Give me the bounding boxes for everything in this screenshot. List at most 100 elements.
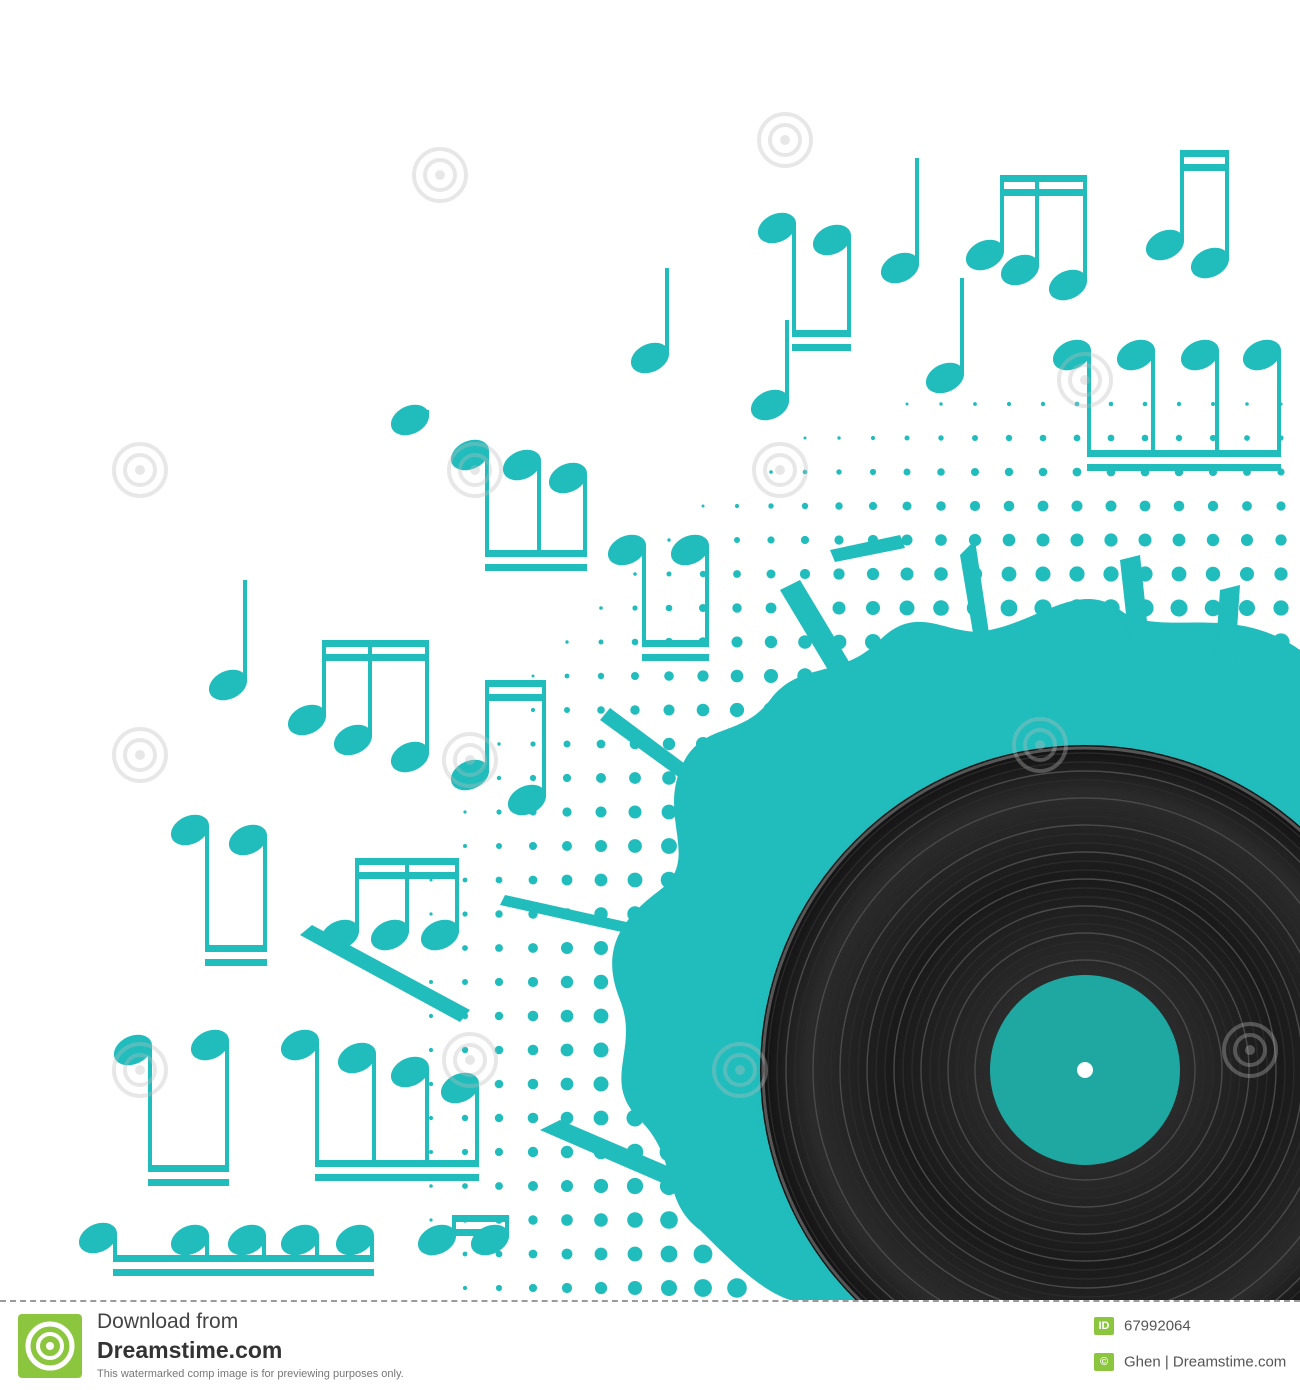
halftone-dot — [596, 773, 606, 783]
halftone-dot — [429, 1184, 433, 1188]
halftone-dot — [463, 810, 467, 814]
halftone-dot — [528, 1181, 538, 1191]
halftone-dot — [632, 605, 638, 611]
halftone-dot — [694, 1279, 712, 1297]
halftone-dot — [665, 604, 673, 612]
halftone-dot — [561, 942, 573, 954]
halftone-dot — [1274, 567, 1288, 581]
note-beam — [315, 1174, 479, 1181]
halftone-dot — [595, 806, 607, 818]
halftone-dot — [627, 1246, 643, 1262]
halftone-dot — [1002, 533, 1016, 547]
halftone-dot — [562, 841, 572, 851]
halftone-dot — [528, 1215, 538, 1225]
halftone-dot — [801, 502, 809, 510]
halftone-dot — [1004, 467, 1014, 477]
note-beam — [322, 654, 429, 661]
halftone-dot — [462, 945, 468, 951]
halftone-dot — [1142, 401, 1148, 407]
halftone-dot — [866, 567, 880, 581]
halftone-dot — [594, 1213, 608, 1227]
note-stem — [665, 268, 669, 354]
halftone-dot — [560, 1009, 574, 1023]
halftone-dot — [730, 669, 744, 683]
spiral-watermark-icon — [752, 442, 808, 498]
note-stem — [705, 546, 709, 640]
halftone-dot — [462, 1251, 468, 1257]
halftone-dot — [1107, 434, 1115, 442]
stock-image: Download from Dreamstime.com This waterm… — [0, 0, 1300, 1390]
halftone-dot — [627, 872, 643, 888]
halftone-dot — [496, 775, 502, 781]
note-beam — [792, 344, 851, 351]
halftone-dot — [832, 601, 846, 615]
note-stem — [425, 410, 429, 416]
halftone-dot — [1139, 500, 1151, 512]
note-stem — [370, 1236, 374, 1255]
halftone-dot — [462, 1285, 468, 1291]
halftone-dot — [560, 1077, 574, 1091]
halftone-dot — [1240, 567, 1254, 581]
halftone-dot — [969, 500, 981, 512]
halftone-dot — [1207, 500, 1219, 512]
halftone-dot — [462, 877, 468, 883]
halftone-dot — [834, 535, 844, 545]
note-stem — [642, 546, 646, 640]
note-stem — [792, 224, 796, 330]
download-line2[interactable]: Dreamstime.com — [97, 1337, 282, 1364]
halftone-dot — [596, 739, 606, 749]
note-stem — [205, 826, 209, 945]
halftone-dot — [660, 1211, 678, 1229]
halftone-dot — [564, 707, 570, 713]
credit-text[interactable]: Ghen | Dreamstime.com — [1124, 1354, 1286, 1371]
halftone-dot — [1244, 435, 1250, 441]
halftone-dot — [800, 535, 810, 545]
halftone-dot — [461, 1114, 469, 1122]
halftone-dot — [904, 435, 910, 441]
halftone-dot — [529, 774, 537, 782]
halftone-dot — [560, 1145, 574, 1159]
halftone-dot — [1205, 566, 1221, 582]
halftone-dot — [696, 703, 710, 717]
halftone-dot — [594, 941, 608, 955]
halftone-dot — [627, 1212, 643, 1228]
halftone-dot — [429, 1150, 433, 1154]
note-beam — [485, 564, 587, 571]
spiral-watermark-icon — [112, 727, 168, 783]
note-stem — [263, 836, 267, 945]
halftone-dot — [799, 568, 811, 580]
note-stem — [372, 1054, 376, 1160]
note-beam — [1000, 175, 1087, 182]
halftone-dot — [494, 1079, 504, 1089]
halftone-dot — [1141, 434, 1149, 442]
halftone-dot — [1001, 566, 1017, 582]
halftone-dot — [1273, 600, 1289, 616]
note-beam — [113, 1269, 374, 1276]
note-beam — [485, 694, 546, 701]
halftone-dot — [1175, 434, 1183, 442]
halftone-dot — [629, 772, 641, 784]
halftone-dot — [836, 469, 842, 475]
halftone-dot — [1104, 533, 1118, 547]
halftone-dot — [463, 844, 467, 848]
halftone-dot — [562, 807, 572, 817]
halftone-dot — [903, 468, 911, 476]
halftone-dot — [495, 1182, 503, 1190]
halftone-dot — [594, 1247, 608, 1261]
halftone-dot — [1070, 533, 1084, 547]
halftone-dot — [1171, 566, 1187, 582]
halftone-dot — [633, 572, 637, 576]
dreamstime-logo-icon — [18, 1314, 82, 1378]
halftone-dot — [837, 436, 841, 440]
halftone-dot — [1242, 501, 1252, 511]
halftone-dot — [528, 943, 538, 953]
halftone-dot — [495, 1284, 503, 1292]
halftone-dot — [428, 1047, 434, 1053]
halftone-dot — [496, 809, 502, 815]
note-stem — [537, 461, 541, 550]
halftone-dot — [1275, 534, 1287, 546]
halftone-dot — [1038, 467, 1048, 477]
note-beam — [322, 640, 429, 647]
note-beam — [148, 1165, 229, 1172]
halftone-dot — [626, 1177, 644, 1195]
